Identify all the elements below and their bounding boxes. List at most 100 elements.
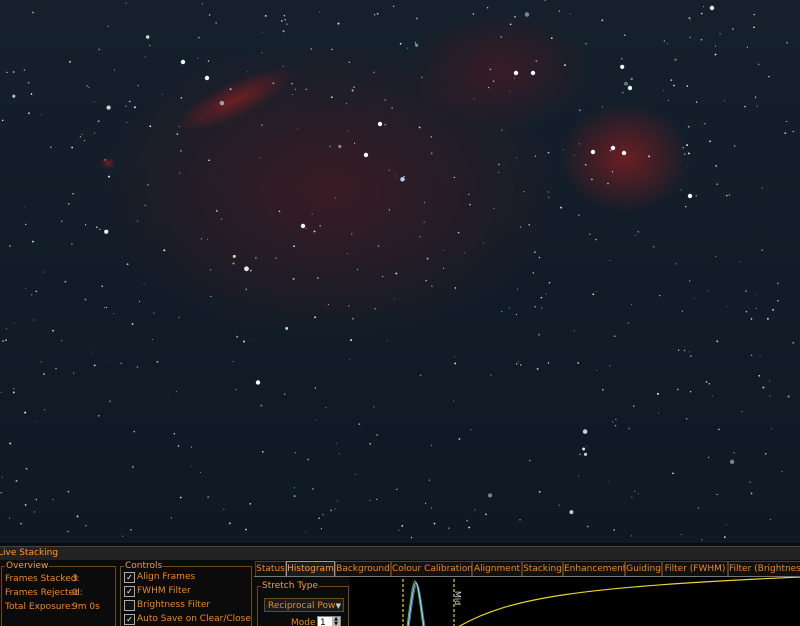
- star: [724, 100, 725, 102]
- star: [219, 100, 225, 106]
- histogram-plot[interactable]: [350, 577, 800, 626]
- star: [520, 226, 522, 228]
- star: [395, 175, 397, 177]
- star: [563, 149, 564, 151]
- star: [560, 206, 563, 209]
- star: [114, 69, 115, 71]
- star: [60, 220, 63, 223]
- check-icon[interactable]: ✓: [124, 572, 135, 583]
- star: [223, 508, 225, 510]
- align-frames-checkbox[interactable]: ✓ Align Frames: [121, 572, 249, 584]
- chevron-down-icon[interactable]: ▼: [336, 599, 341, 613]
- star: [207, 238, 209, 240]
- tab-stacking[interactable]: Stacking: [522, 561, 563, 576]
- tab-enhancement[interactable]: Enhancement: [563, 561, 626, 576]
- tab-colour-calibration[interactable]: Colour Calibration: [391, 561, 473, 576]
- star: [723, 536, 726, 539]
- star: [161, 93, 163, 95]
- star: [136, 220, 139, 222]
- star: [32, 11, 35, 14]
- star: [295, 88, 296, 90]
- star: [201, 3, 204, 5]
- star: [96, 226, 98, 229]
- star: [401, 525, 404, 527]
- star: [31, 240, 34, 243]
- bright-star: [687, 193, 693, 199]
- star: [260, 404, 263, 407]
- bright-star: [363, 152, 369, 158]
- star: [613, 335, 616, 338]
- star: [709, 140, 711, 143]
- star: [236, 335, 239, 338]
- fwhm-filter-checkbox[interactable]: ✓ FWHM Filter: [121, 586, 249, 598]
- star: [656, 392, 659, 395]
- star: [351, 89, 354, 92]
- star: [126, 263, 129, 266]
- tab-filter-fwhm[interactable]: Filter (FWHM): [662, 561, 728, 576]
- checkbox-empty-icon[interactable]: [124, 600, 135, 611]
- star: [756, 105, 758, 107]
- star: [31, 294, 33, 296]
- star: [67, 490, 70, 493]
- star: [91, 351, 93, 353]
- stacked-image-view[interactable]: [0, 0, 800, 543]
- star: [311, 213, 313, 215]
- mode-stepper[interactable]: 1 ▲ ▼: [317, 616, 341, 626]
- star: [255, 257, 257, 259]
- star: [176, 133, 179, 135]
- star: [394, 298, 396, 300]
- star: [608, 480, 610, 482]
- star: [792, 341, 795, 344]
- star: [33, 511, 36, 513]
- star: [232, 262, 235, 265]
- tab-histogram[interactable]: Histogram: [286, 561, 335, 576]
- tab-background[interactable]: Background: [335, 561, 391, 576]
- star: [458, 437, 461, 440]
- star: [631, 535, 633, 537]
- tab-alignment[interactable]: Alignment: [472, 561, 522, 576]
- star: [589, 233, 591, 235]
- star: [1, 119, 4, 122]
- star: [67, 202, 70, 205]
- star: [515, 157, 518, 159]
- star: [137, 84, 139, 87]
- star: [398, 529, 400, 531]
- star: [374, 307, 376, 310]
- fwhm-filter-label: FWHM Filter: [137, 586, 191, 596]
- total-exposure-value: 9m 0s: [72, 602, 100, 612]
- tab-guiding[interactable]: Guiding: [625, 561, 662, 576]
- tab-status[interactable]: Status: [255, 561, 286, 576]
- star: [36, 421, 38, 423]
- check-icon[interactable]: ✓: [124, 586, 135, 597]
- star: [745, 310, 748, 313]
- star: [500, 36, 503, 38]
- star: [329, 146, 331, 148]
- star: [453, 176, 456, 179]
- star: [98, 48, 101, 51]
- star: [768, 75, 770, 78]
- star: [631, 496, 633, 498]
- brightness-filter-checkbox[interactable]: Brightness Filter: [121, 600, 249, 612]
- bright-star: [610, 145, 616, 151]
- star: [457, 231, 460, 234]
- star: [94, 132, 96, 134]
- frames-rejected-value: 0: [72, 588, 78, 598]
- star: [547, 362, 550, 364]
- star: [687, 125, 690, 128]
- check-icon[interactable]: ✓: [124, 614, 135, 625]
- star: [584, 163, 587, 166]
- star: [1, 476, 3, 478]
- star: [454, 356, 456, 358]
- stepper-arrows-icon[interactable]: ▲ ▼: [332, 617, 340, 626]
- star: [229, 88, 232, 91]
- star: [705, 381, 708, 383]
- star: [12, 387, 15, 390]
- star: [313, 230, 316, 233]
- star: [167, 394, 169, 396]
- stretch-type-select[interactable]: Reciprocal Pow ▼: [264, 598, 344, 612]
- star: [744, 105, 746, 108]
- star: [399, 42, 402, 45]
- tab-filter-brightness[interactable]: Filter (Brightness): [728, 561, 800, 576]
- star: [582, 429, 588, 434]
- auto-save-checkbox[interactable]: ✓ Auto Save on Clear/Close: [121, 614, 251, 626]
